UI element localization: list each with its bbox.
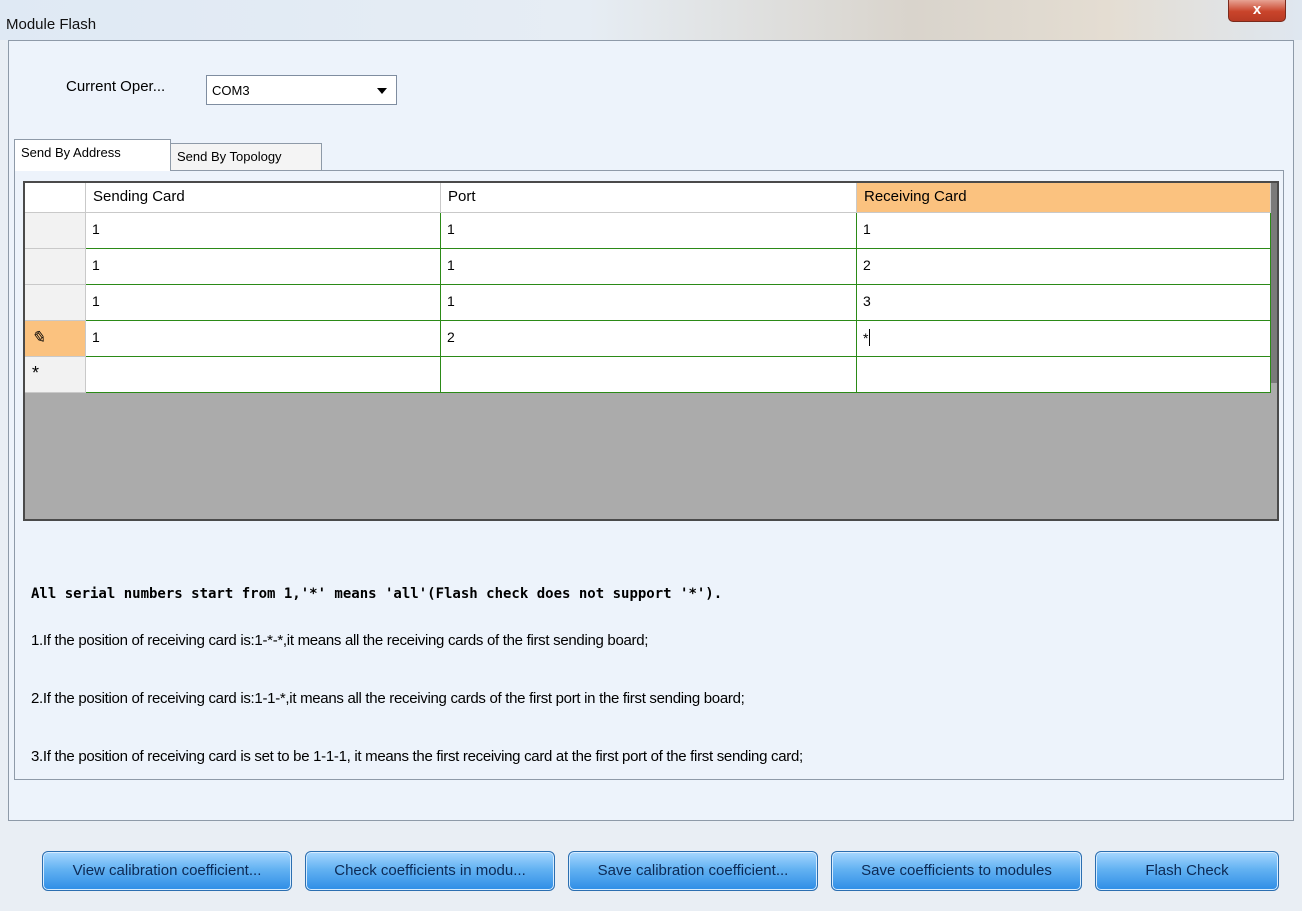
- close-icon: x: [1252, 1, 1262, 18]
- table-cell[interactable]: 1: [441, 249, 857, 285]
- close-button[interactable]: x: [1228, 0, 1286, 22]
- table-cell[interactable]: 1: [86, 213, 441, 249]
- cell-edit-value: *: [863, 330, 869, 346]
- save-calibration-coefficient-button[interactable]: Save calibration coefficient...: [568, 851, 818, 891]
- address-table[interactable]: Sending Card Port Receiving Card 1 1 1 1…: [23, 181, 1279, 521]
- scrollbar[interactable]: [1271, 183, 1277, 383]
- table-cell[interactable]: 1: [857, 213, 1271, 249]
- table-cell[interactable]: [86, 357, 441, 393]
- title-bar: Module Flash x: [0, 0, 1302, 40]
- pencil-icon: ✎: [31, 328, 46, 347]
- text-caret: [869, 329, 871, 346]
- window-title: Module Flash: [6, 16, 97, 33]
- note-item: 3.If the position of receiving card is s…: [31, 748, 803, 765]
- notes-heading: All serial numbers start from 1,'*' mean…: [31, 586, 723, 602]
- save-coefficients-to-modules-button[interactable]: Save coefficients to modules: [831, 851, 1082, 891]
- table-cell[interactable]: 3: [857, 285, 1271, 321]
- row-header[interactable]: [25, 285, 86, 321]
- tab-send-by-topology[interactable]: Send By Topology: [170, 143, 322, 171]
- new-row-asterisk-icon: *: [32, 363, 40, 383]
- table-cell[interactable]: 2: [857, 249, 1271, 285]
- table-corner: [25, 183, 86, 213]
- row-header[interactable]: [25, 249, 86, 285]
- table-cell-editing[interactable]: *: [857, 321, 1271, 357]
- note-item: 2.If the position of receiving card is:1…: [31, 690, 745, 707]
- table-cell[interactable]: 1: [86, 321, 441, 357]
- table-cell[interactable]: 1: [86, 285, 441, 321]
- row-header[interactable]: [25, 213, 86, 249]
- table-cell[interactable]: 1: [441, 213, 857, 249]
- view-calibration-coefficient-button[interactable]: View calibration coefficient...: [42, 851, 292, 891]
- tab-label: Send By Address: [21, 145, 121, 160]
- chevron-down-icon: [377, 88, 387, 94]
- port-select[interactable]: COM3: [206, 75, 397, 105]
- table-cell[interactable]: 1: [86, 249, 441, 285]
- tab-label: Send By Topology: [177, 149, 282, 164]
- row-header-new[interactable]: *: [25, 357, 86, 393]
- table-cell[interactable]: 2: [441, 321, 857, 357]
- port-select-value: COM3: [212, 83, 250, 98]
- note-item: 1.If the position of receiving card is:1…: [31, 632, 649, 649]
- check-coefficients-in-modules-button[interactable]: Check coefficients in modu...: [305, 851, 555, 891]
- row-header-editing[interactable]: ✎: [25, 321, 86, 357]
- column-header-receiving-card[interactable]: Receiving Card: [857, 183, 1271, 213]
- current-operation-label: Current Oper...: [66, 78, 166, 95]
- table-cell[interactable]: [857, 357, 1271, 393]
- column-header-sending-card[interactable]: Sending Card: [86, 183, 441, 213]
- tab-send-by-address[interactable]: Send By Address: [14, 139, 171, 171]
- flash-check-button[interactable]: Flash Check: [1095, 851, 1279, 891]
- table-cell[interactable]: [441, 357, 857, 393]
- column-header-port[interactable]: Port: [441, 183, 857, 213]
- table-cell[interactable]: 1: [441, 285, 857, 321]
